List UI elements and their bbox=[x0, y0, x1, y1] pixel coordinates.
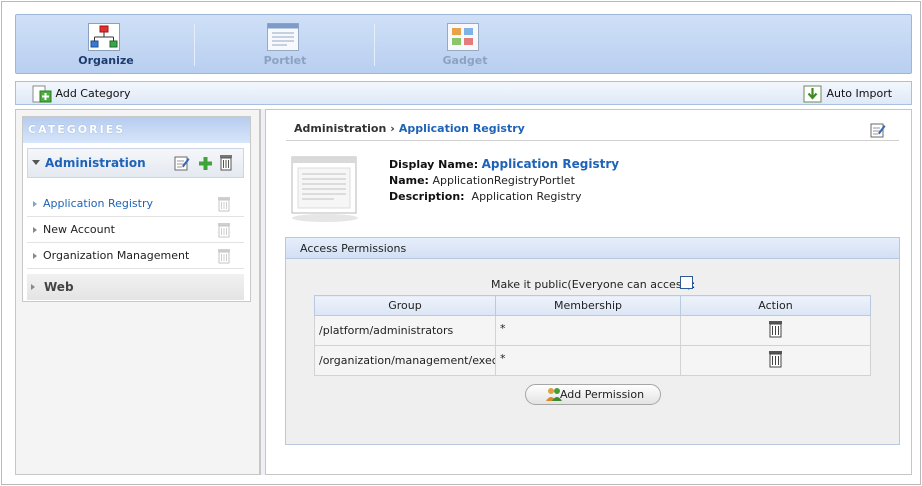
action-cell bbox=[680, 345, 871, 376]
edit-application-icon[interactable] bbox=[870, 122, 887, 139]
make-public-checkbox[interactable] bbox=[680, 276, 693, 289]
caret-right-icon bbox=[31, 284, 35, 290]
category-administration[interactable]: Administration bbox=[27, 148, 244, 178]
gadget-icon bbox=[447, 23, 479, 51]
import-arrow-icon bbox=[803, 85, 822, 102]
caret-right-icon bbox=[33, 201, 37, 207]
access-permissions-title: Access Permissions bbox=[286, 238, 899, 259]
auto-import-label: Auto Import bbox=[826, 87, 893, 100]
category-item-label: Organization Management bbox=[43, 249, 190, 262]
display-name-value: Application Registry bbox=[481, 157, 620, 171]
membership-cell: * bbox=[495, 315, 681, 346]
category-item-application-registry[interactable]: Application Registry bbox=[27, 191, 244, 217]
add-permission-button[interactable]: Add Permission bbox=[525, 384, 661, 405]
breadcrumb: Administration › Application Registry bbox=[294, 122, 525, 135]
category-web-label: Web bbox=[44, 280, 74, 294]
caret-right-icon bbox=[33, 253, 37, 259]
tab-portlet[interactable]: Portlet bbox=[195, 15, 375, 73]
category-item-label: New Account bbox=[43, 223, 115, 236]
caret-down-icon bbox=[32, 160, 40, 165]
tab-organize-label: Organize bbox=[78, 54, 134, 67]
auto-import-button[interactable]: Auto Import bbox=[803, 84, 892, 103]
display-name-label: Display Name: bbox=[389, 158, 479, 171]
users-group-icon bbox=[546, 388, 562, 401]
permissions-table: Group Membership Action /platform/admini… bbox=[314, 295, 871, 376]
application-details-panel: Administration › Application Registry Disp… bbox=[266, 109, 912, 475]
category-item-organization-management[interactable]: Organization Management bbox=[27, 243, 244, 269]
make-public-label: Make it public(Everyone can access): bbox=[491, 278, 696, 291]
breadcrumb-divider bbox=[286, 140, 899, 141]
tab-gadget-label: Gadget bbox=[442, 54, 488, 67]
description-label: Description: bbox=[389, 190, 465, 203]
membership-cell: * bbox=[495, 345, 681, 376]
top-tab-bar: Organize Portlet Gadget bbox=[15, 14, 912, 74]
add-application-icon[interactable] bbox=[198, 156, 213, 171]
tab-organize[interactable]: Organize bbox=[16, 15, 196, 73]
add-category-icon bbox=[32, 85, 52, 102]
category-web[interactable]: Web bbox=[27, 274, 244, 300]
add-category-label: Add Category bbox=[55, 87, 131, 100]
action-cell bbox=[680, 315, 871, 346]
portlet-thumbnail-icon bbox=[291, 156, 358, 222]
delete-permission-trash-icon[interactable] bbox=[767, 350, 784, 368]
tab-portlet-label: Portlet bbox=[263, 54, 307, 67]
group-cell: /organization/management/executive-board bbox=[314, 345, 496, 376]
edit-category-icon[interactable] bbox=[174, 155, 190, 171]
organize-icon bbox=[88, 23, 120, 51]
category-item-new-account[interactable]: New Account bbox=[27, 217, 244, 243]
categories-panel: CATEGORIES Administration Application Re… bbox=[15, 109, 260, 475]
add-permission-label: Add Permission bbox=[559, 388, 645, 401]
column-header-group: Group bbox=[314, 295, 496, 316]
column-header-membership: Membership bbox=[495, 295, 681, 316]
name-label: Name: bbox=[389, 174, 429, 187]
description-value: Application Registry bbox=[471, 190, 582, 203]
categories-box: CATEGORIES Administration Application Re… bbox=[22, 116, 251, 302]
name-value: ApplicationRegistryPortlet bbox=[432, 174, 575, 187]
tab-gadget[interactable]: Gadget bbox=[375, 15, 555, 73]
category-item-label: Application Registry bbox=[43, 197, 153, 210]
categories-header: CATEGORIES bbox=[23, 117, 250, 143]
category-administration-label: Administration bbox=[45, 156, 146, 170]
table-row: /platform/administrators * bbox=[314, 315, 871, 346]
application-registry-window: Organize Portlet Gadget Add Category Aut… bbox=[1, 1, 921, 485]
breadcrumb-root[interactable]: Administration bbox=[294, 122, 386, 135]
caret-right-icon bbox=[33, 227, 37, 233]
portlet-icon bbox=[267, 23, 299, 51]
add-category-button[interactable]: Add Category bbox=[32, 84, 131, 103]
delete-permission-trash-icon[interactable] bbox=[767, 320, 784, 338]
breadcrumb-current: Application Registry bbox=[398, 122, 525, 135]
table-row: /organization/management/executive-board… bbox=[314, 345, 871, 376]
trash-icon[interactable] bbox=[218, 154, 234, 171]
trash-icon[interactable] bbox=[217, 196, 231, 212]
column-header-action: Action bbox=[680, 295, 871, 316]
trash-icon[interactable] bbox=[217, 222, 231, 238]
breadcrumb-separator: › bbox=[390, 122, 395, 135]
trash-icon[interactable] bbox=[217, 248, 231, 264]
action-bar: Add Category Auto Import bbox=[15, 81, 912, 105]
application-info: Display Name: Application Registry Name:… bbox=[389, 156, 619, 205]
group-cell: /platform/administrators bbox=[314, 315, 496, 346]
access-permissions-panel: Access Permissions Make it public(Everyo… bbox=[285, 237, 900, 445]
